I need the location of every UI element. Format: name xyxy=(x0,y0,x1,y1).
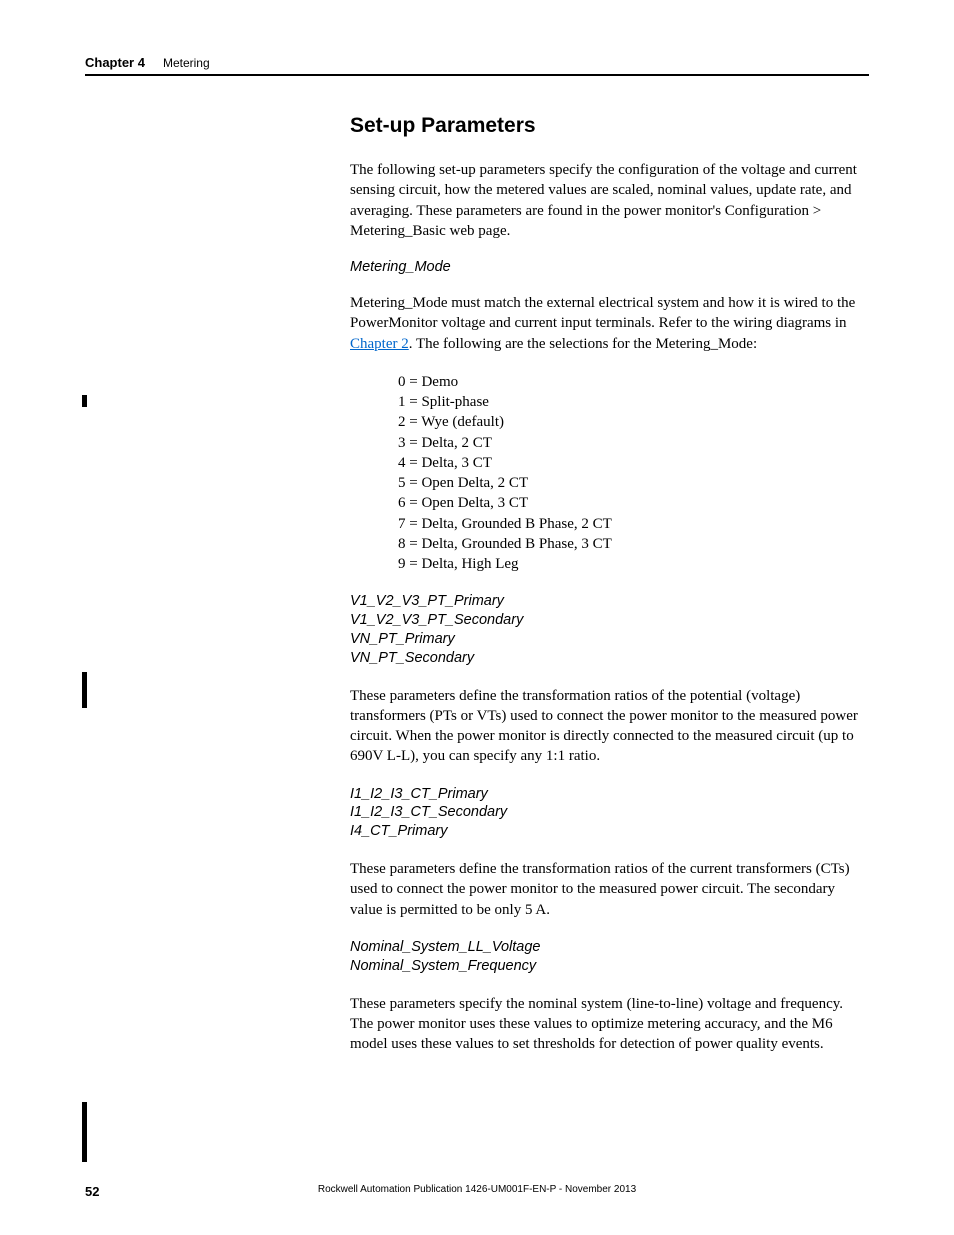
metering-mode-heading: Metering_Mode xyxy=(350,259,864,275)
nominal-parameter-headings: Nominal_System_LL_Voltage Nominal_System… xyxy=(350,938,864,976)
nominal-heading: Nominal_System_LL_Voltage xyxy=(350,938,864,957)
page-header: Chapter 4 Metering xyxy=(85,55,869,76)
chapter-number: Chapter 4 xyxy=(85,55,145,70)
ct-heading: I1_I2_I3_CT_Primary xyxy=(350,785,864,804)
ct-parameter-headings: I1_I2_I3_CT_Primary I1_I2_I3_CT_Secondar… xyxy=(350,785,864,842)
mode-item: 3 = Delta, 2 CT xyxy=(398,433,864,453)
pt-parameter-headings: V1_V2_V3_PT_Primary V1_V2_V3_PT_Secondar… xyxy=(350,592,864,667)
footer-publication-text: Rockwell Automation Publication 1426-UM0… xyxy=(0,1184,954,1195)
ct-heading: I1_I2_I3_CT_Secondary xyxy=(350,803,864,822)
intro-paragraph: The following set-up parameters specify … xyxy=(350,160,864,241)
mode-item: 5 = Open Delta, 2 CT xyxy=(398,473,864,493)
main-content: Set-up Parameters The following set-up p… xyxy=(350,114,864,1054)
chapter-title: Metering xyxy=(163,56,210,70)
pt-heading: V1_V2_V3_PT_Secondary xyxy=(350,611,864,630)
change-bar xyxy=(82,672,87,708)
mode-item: 9 = Delta, High Leg xyxy=(398,554,864,574)
change-bar xyxy=(82,1102,87,1162)
pt-paragraph: These parameters define the transformati… xyxy=(350,686,864,767)
chapter-2-link[interactable]: Chapter 2 xyxy=(350,336,409,352)
metering-mode-list: 0 = Demo 1 = Split-phase 2 = Wye (defaul… xyxy=(398,372,864,575)
nominal-heading: Nominal_System_Frequency xyxy=(350,957,864,976)
mode-item: 8 = Delta, Grounded B Phase, 3 CT xyxy=(398,534,864,554)
section-heading: Set-up Parameters xyxy=(350,114,864,138)
pt-heading: V1_V2_V3_PT_Primary xyxy=(350,592,864,611)
pt-heading: VN_PT_Secondary xyxy=(350,649,864,668)
mode-item: 0 = Demo xyxy=(398,372,864,392)
metering-mode-paragraph: Metering_Mode must match the external el… xyxy=(350,293,864,354)
pt-heading: VN_PT_Primary xyxy=(350,630,864,649)
para-text-before-link: Metering_Mode must match the external el… xyxy=(350,295,855,331)
change-bar xyxy=(82,395,87,407)
page-number: 52 xyxy=(85,1184,99,1199)
para-text-after-link: . The following are the selections for t… xyxy=(409,336,757,352)
mode-item: 2 = Wye (default) xyxy=(398,412,864,432)
page-footer: 52 Rockwell Automation Publication 1426-… xyxy=(0,1184,954,1195)
ct-heading: I4_CT_Primary xyxy=(350,822,864,841)
mode-item: 6 = Open Delta, 3 CT xyxy=(398,493,864,513)
mode-item: 7 = Delta, Grounded B Phase, 2 CT xyxy=(398,514,864,534)
mode-item: 1 = Split-phase xyxy=(398,392,864,412)
ct-paragraph: These parameters define the transformati… xyxy=(350,859,864,920)
nominal-paragraph: These parameters specify the nominal sys… xyxy=(350,994,864,1055)
mode-item: 4 = Delta, 3 CT xyxy=(398,453,864,473)
